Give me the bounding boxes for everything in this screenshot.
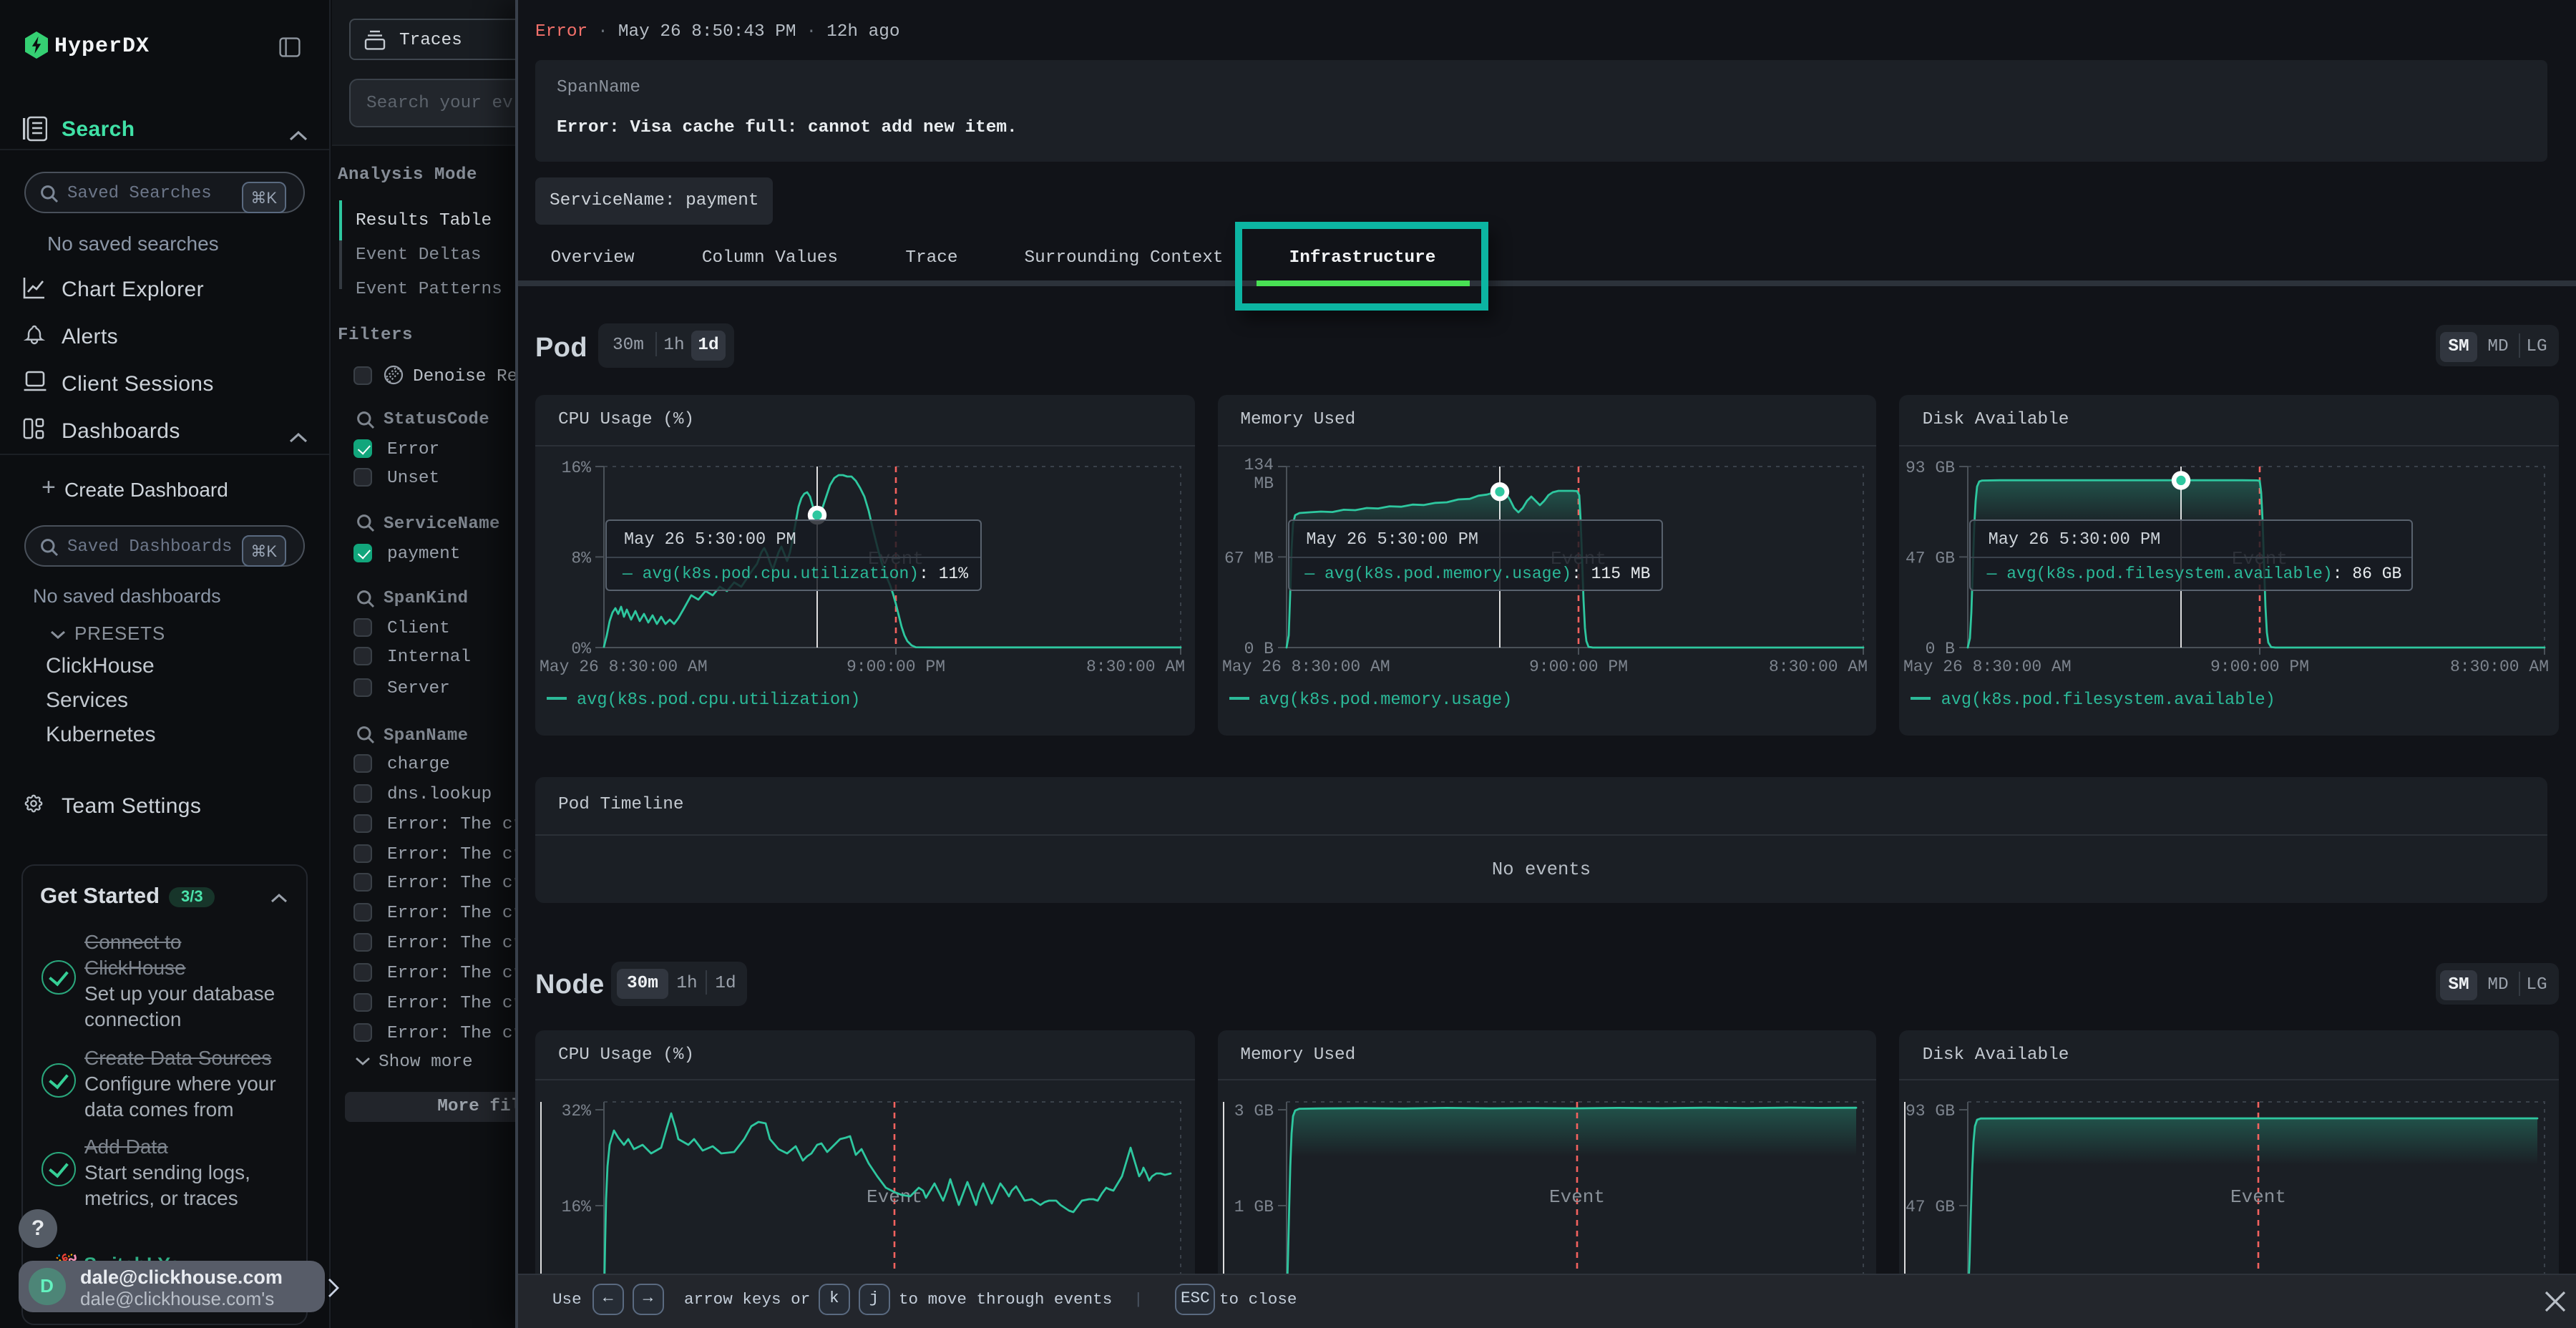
svg-text:May 26 8:30:00 AM: May 26 8:30:00 AM xyxy=(540,658,708,676)
svg-text:47 GB: 47 GB xyxy=(1906,549,1956,567)
svg-text:0%: 0% xyxy=(571,640,591,658)
svg-text:93 GB: 93 GB xyxy=(1906,459,1956,477)
svg-text:9:00:00 PM: 9:00:00 PM xyxy=(847,658,945,676)
svg-text:8:30:00 AM: 8:30:00 AM xyxy=(1086,658,1185,676)
svg-text:8%: 8% xyxy=(571,549,591,567)
svg-text:9:00:00 PM: 9:00:00 PM xyxy=(1528,658,1627,676)
svg-text:8:30:00 AM: 8:30:00 AM xyxy=(2451,658,2550,676)
svg-text:MB: MB xyxy=(1254,474,1274,493)
svg-text:0 B: 0 B xyxy=(1926,640,1955,658)
svg-text:8:30:00 AM: 8:30:00 AM xyxy=(1768,658,1867,676)
svg-text:May 26 8:30:00 AM: May 26 8:30:00 AM xyxy=(1904,658,2072,676)
svg-text:134: 134 xyxy=(1244,456,1273,474)
svg-text:16%: 16% xyxy=(562,459,592,477)
svg-text:May 26 8:30:00 AM: May 26 8:30:00 AM xyxy=(1221,658,1390,676)
svg-text:67 MB: 67 MB xyxy=(1224,549,1273,567)
svg-text:0 B: 0 B xyxy=(1244,640,1273,658)
svg-text:9:00:00 PM: 9:00:00 PM xyxy=(2211,658,2310,676)
